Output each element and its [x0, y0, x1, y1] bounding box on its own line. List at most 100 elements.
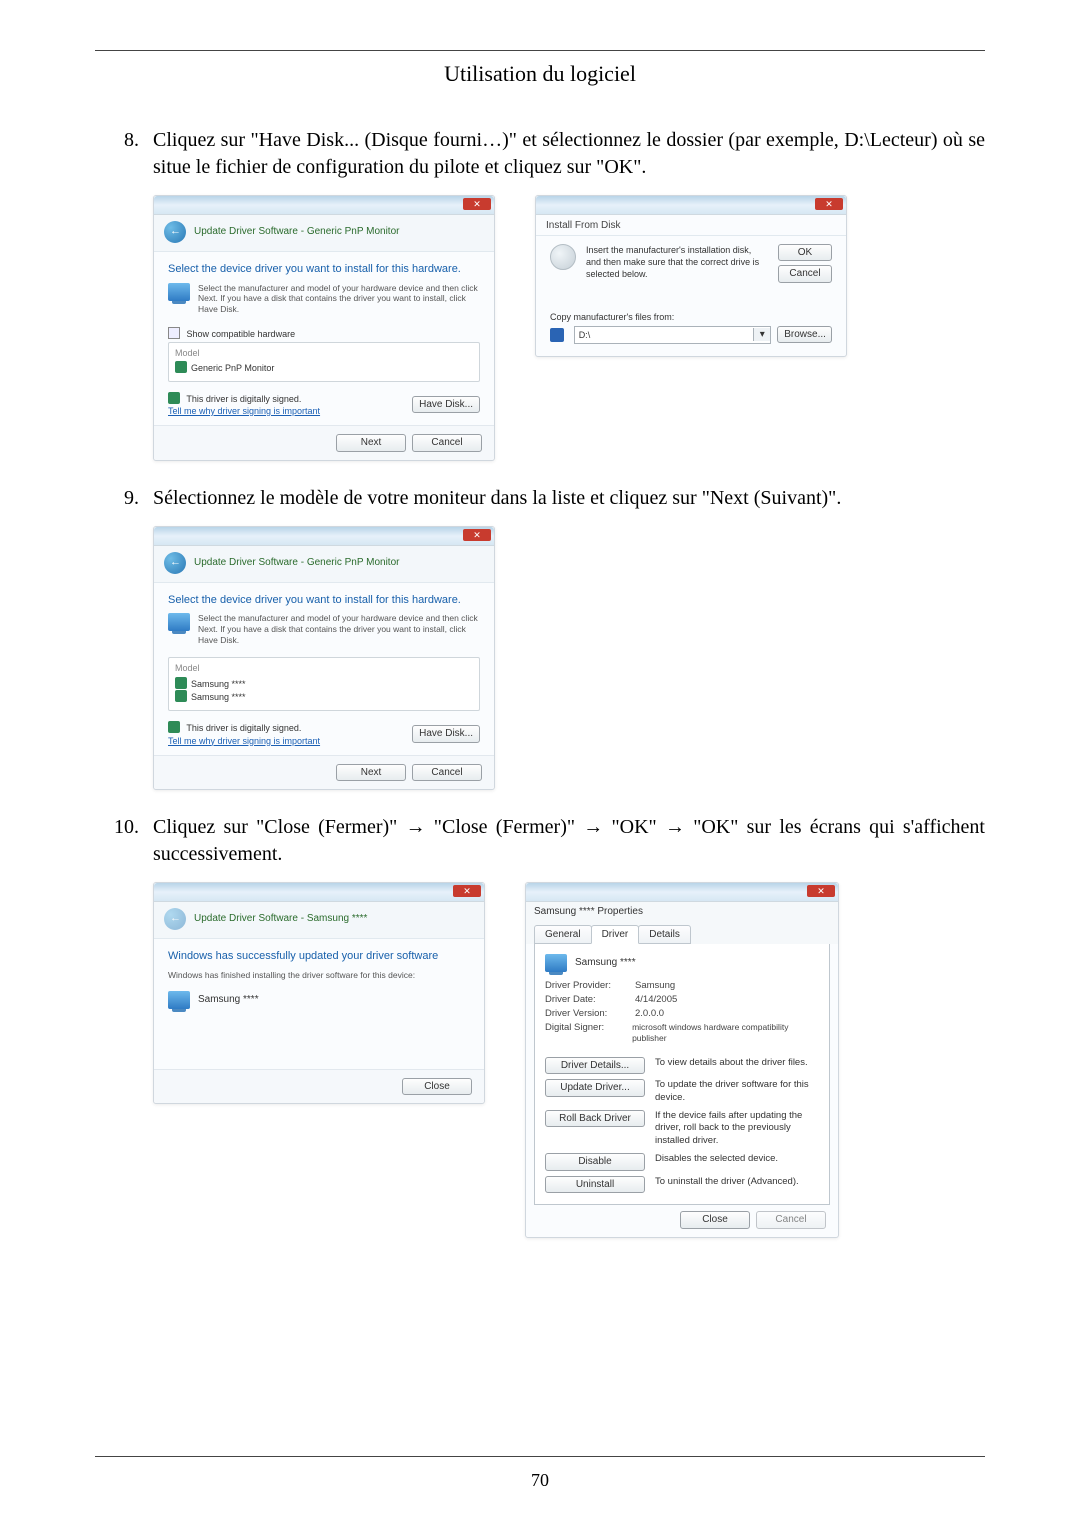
cancel-button: Cancel	[756, 1211, 826, 1229]
browse-button[interactable]: Browse...	[777, 326, 832, 344]
dialog-update-driver-1: ✕ Update Driver Software - Generic PnP M…	[153, 195, 495, 461]
have-disk-button[interactable]: Have Disk...	[412, 396, 480, 414]
kv-date-v: 4/14/2005	[635, 994, 677, 1007]
kv-signer-v: microsoft windows hardware compatibility…	[632, 1022, 819, 1045]
device-name: Samsung ****	[198, 993, 259, 1007]
checkbox[interactable]	[168, 327, 180, 339]
step-number-10: 10.	[95, 814, 153, 1237]
update-driver-button[interactable]: Update Driver...	[545, 1079, 645, 1097]
action-text: To uninstall the driver (Advanced).	[655, 1176, 799, 1189]
dialog-instruction: Insert the manufacturer's installation d…	[586, 244, 768, 283]
close-button[interactable]: Close	[402, 1078, 472, 1096]
model-list[interactable]: Model Samsung **** Samsung ****	[168, 657, 480, 711]
monitor-icon	[168, 613, 190, 631]
tab-strip: General Driver Details	[526, 919, 838, 945]
step-text-8: Cliquez sur "Have Disk... (Disque fourni…	[153, 127, 985, 181]
cancel-button[interactable]: Cancel	[778, 265, 832, 283]
chevron-down-icon[interactable]: ▾	[753, 328, 770, 342]
page-number: 70	[0, 1470, 1080, 1491]
back-icon[interactable]	[164, 221, 186, 243]
close-icon[interactable]: ✕	[453, 885, 481, 897]
dialog-title: Install From Disk	[536, 215, 846, 236]
dialog-subtext: Windows has finished installing the driv…	[168, 970, 470, 981]
dialog-heading: Windows has successfully updated your dr…	[168, 947, 470, 970]
have-disk-button[interactable]: Have Disk...	[412, 725, 480, 743]
back-icon	[164, 908, 186, 930]
why-signing-link[interactable]: Tell me why driver signing is important	[168, 736, 320, 746]
shield-icon	[168, 721, 180, 733]
uninstall-button[interactable]: Uninstall	[545, 1176, 645, 1194]
dialog-titlebar: ✕	[526, 883, 838, 902]
path-value: D:\	[575, 329, 754, 341]
dialog-heading: Select the device driver you want to ins…	[168, 260, 480, 283]
kv-date-k: Driver Date:	[545, 994, 635, 1007]
shield-icon	[175, 690, 187, 702]
disable-button[interactable]: Disable	[545, 1153, 645, 1171]
shield-icon	[175, 677, 187, 689]
dialog-heading: Select the device driver you want to ins…	[168, 591, 480, 614]
shield-icon	[168, 392, 180, 404]
step-text-9: Sélectionnez le modèle de votre moniteur…	[153, 485, 985, 512]
dialog-title: Update Driver Software - Generic PnP Mon…	[194, 556, 399, 570]
close-icon[interactable]: ✕	[807, 885, 835, 897]
dialog-update-driver-2: ✕ Update Driver Software - Generic PnP M…	[153, 526, 495, 791]
dialog-install-from-disk: ✕ Install From Disk Insert the manufactu…	[535, 195, 847, 357]
close-icon[interactable]: ✕	[815, 198, 843, 210]
action-text: If the device fails after updating the d…	[655, 1110, 819, 1148]
dialog-title: Update Driver Software - Generic PnP Mon…	[194, 225, 399, 239]
monitor-icon	[545, 954, 567, 972]
dialog-titlebar: ✕	[536, 196, 846, 215]
dialog-update-success: ✕ Update Driver Software - Samsung **** …	[153, 882, 485, 1104]
model-item[interactable]: Samsung ****	[191, 692, 246, 702]
kv-provider-v: Samsung	[635, 980, 675, 993]
driver-details-button[interactable]: Driver Details...	[545, 1057, 645, 1075]
copy-from-label: Copy manufacturer's files from:	[550, 311, 832, 323]
action-text: To update the driver software for this d…	[655, 1079, 819, 1105]
next-button[interactable]: Next	[336, 434, 406, 452]
ok-button[interactable]: OK	[778, 244, 832, 262]
action-text: To view details about the driver files.	[655, 1057, 808, 1070]
cancel-button[interactable]: Cancel	[412, 764, 482, 782]
dialog-titlebar: ✕	[154, 196, 494, 215]
close-icon[interactable]: ✕	[463, 198, 491, 210]
rollback-button[interactable]: Roll Back Driver	[545, 1110, 645, 1128]
why-signing-link[interactable]: Tell me why driver signing is important	[168, 406, 320, 416]
tab-general[interactable]: General	[534, 925, 592, 945]
dialog-instruction: Select the manufacturer and model of you…	[198, 283, 480, 315]
step-number-9: 9.	[95, 485, 153, 791]
model-header: Model	[175, 347, 473, 359]
monitor-icon	[168, 283, 190, 301]
disk-icon	[550, 244, 576, 270]
close-button[interactable]: Close	[680, 1211, 750, 1229]
dialog-title: Samsung **** Properties	[526, 902, 838, 919]
action-text: Disables the selected device.	[655, 1153, 778, 1166]
kv-provider-k: Driver Provider:	[545, 980, 635, 993]
close-icon[interactable]: ✕	[463, 529, 491, 541]
monitor-icon	[168, 991, 190, 1009]
page-title: Utilisation du logiciel	[95, 61, 985, 87]
step-number-8: 8.	[95, 127, 153, 461]
kv-version-v: 2.0.0.0	[635, 1008, 664, 1021]
dialog-instruction: Select the manufacturer and model of you…	[198, 613, 480, 645]
kv-signer-k: Digital Signer:	[545, 1022, 632, 1045]
shield-icon	[175, 361, 187, 373]
model-item[interactable]: Generic PnP Monitor	[191, 363, 274, 373]
signed-label: This driver is digitally signed.	[186, 394, 301, 404]
cancel-button[interactable]: Cancel	[412, 434, 482, 452]
show-compatible-label: Show compatible hardware	[187, 329, 296, 339]
device-name: Samsung ****	[575, 956, 636, 970]
floppy-icon	[550, 328, 564, 342]
path-select[interactable]: D:\ ▾	[574, 326, 772, 344]
step-text-10: Cliquez sur "Close (Fermer)" → "Close (F…	[153, 814, 985, 868]
model-header: Model	[175, 662, 473, 674]
model-list[interactable]: Model Generic PnP Monitor	[168, 342, 480, 382]
back-icon[interactable]	[164, 552, 186, 574]
dialog-title: Update Driver Software - Samsung ****	[194, 912, 367, 926]
tab-driver[interactable]: Driver	[591, 925, 640, 945]
tab-details[interactable]: Details	[638, 925, 691, 945]
dialog-titlebar: ✕	[154, 883, 484, 902]
next-button[interactable]: Next	[336, 764, 406, 782]
dialog-device-properties: ✕ Samsung **** Properties General Driver…	[525, 882, 839, 1237]
model-item[interactable]: Samsung ****	[191, 679, 246, 689]
kv-version-k: Driver Version:	[545, 1008, 635, 1021]
